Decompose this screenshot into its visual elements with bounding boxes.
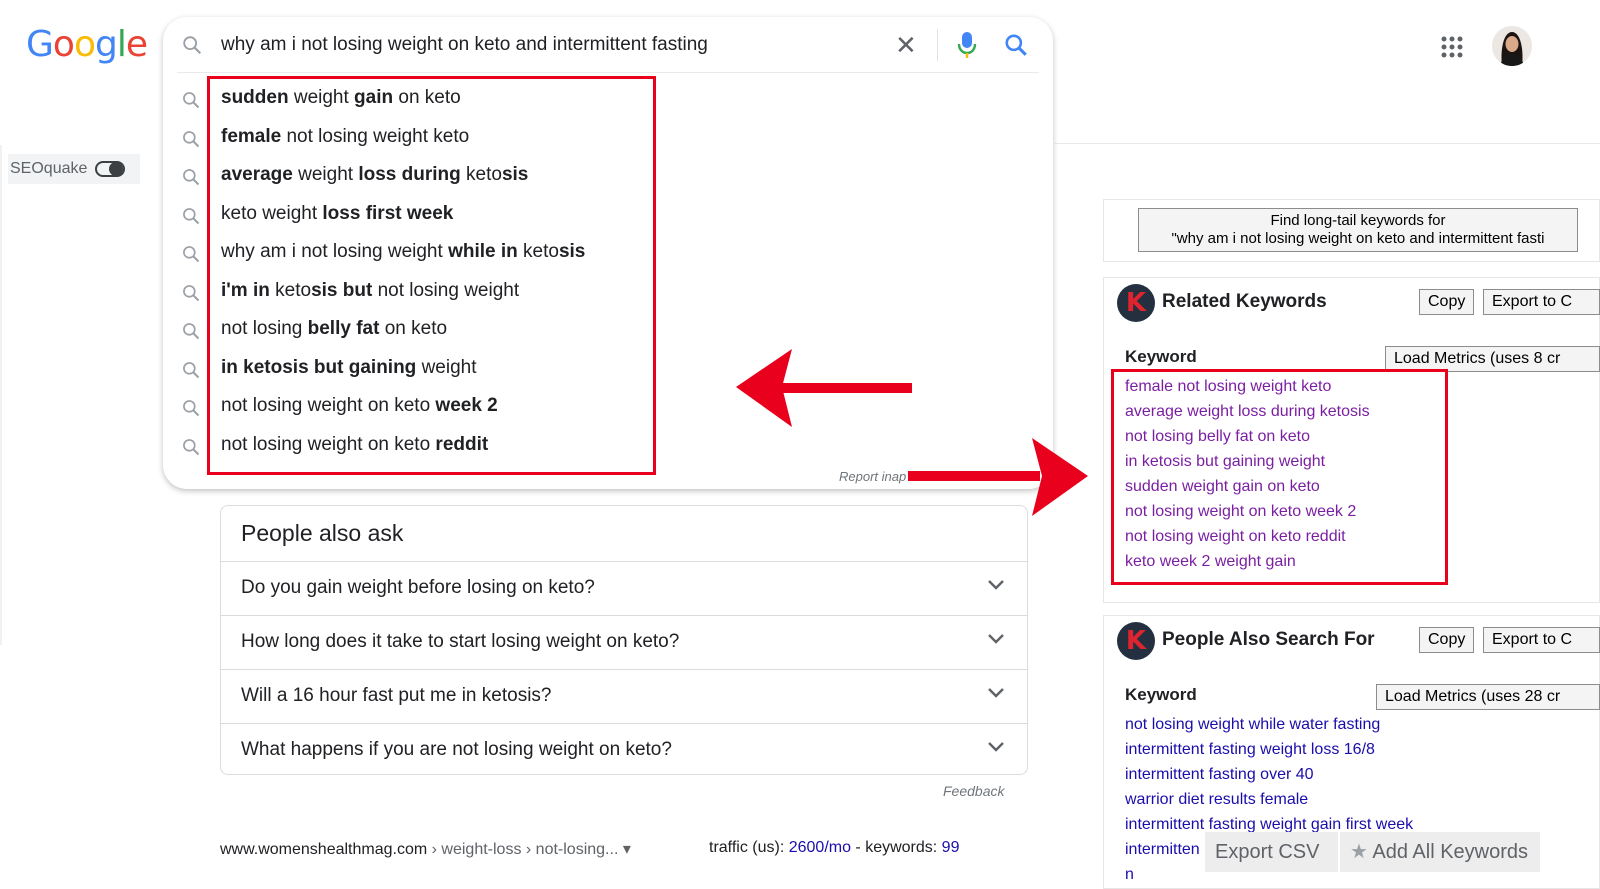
left-divider [0, 145, 2, 645]
header-divider [1055, 143, 1600, 144]
keyword-link[interactable]: intermittent fasting over 40 [1125, 762, 1413, 787]
keywords-everywhere-logo: K [1117, 284, 1155, 322]
search-separator [937, 29, 938, 61]
search-icon [181, 129, 201, 155]
seoquake-toggle[interactable] [95, 161, 126, 177]
related-copy-button[interactable]: Copy [1419, 289, 1475, 315]
result-breadcrumb[interactable]: www.womenshealthmag.com › weight-loss › … [220, 839, 631, 859]
search-icon [181, 283, 201, 309]
account-avatar[interactable] [1492, 26, 1532, 66]
search-icon [181, 244, 201, 270]
star-icon: ★ [1350, 841, 1368, 863]
keywords-everywhere-logo-2: K [1117, 622, 1155, 660]
export-csv-button[interactable]: Export CSV [1205, 832, 1338, 872]
chevron-down-icon[interactable] [987, 740, 1005, 758]
google-logo[interactable]: Google [26, 22, 148, 67]
clear-icon[interactable]: ✕ [895, 32, 917, 58]
seoquake-toggle-bar[interactable]: SEOquake [8, 154, 140, 184]
paa-question-text: What happens if you are not losing weigh… [241, 739, 672, 760]
search-icon [181, 34, 203, 61]
search-icon [181, 398, 201, 424]
annotation-box-suggestions [207, 76, 656, 475]
annotation-box-related [1111, 369, 1448, 585]
result-path[interactable]: › weight-loss › not-losing... ▾ [427, 841, 631, 858]
search-bar[interactable]: why am i not losing weight on keto and i… [163, 17, 1053, 72]
logo-letter: g [94, 24, 118, 65]
logo-letter: l [116, 24, 127, 65]
paa-question[interactable]: Do you gain weight before losing on keto… [221, 561, 1027, 614]
people-also-ask-panel: People also ask Do you gain weight befor… [220, 505, 1028, 775]
related-keywords-title: Related Keywords [1162, 291, 1327, 312]
add-all-keywords-label: Add All Keywords [1372, 841, 1529, 863]
also-search-copy-button[interactable]: Copy [1419, 627, 1475, 653]
find-longtail-line1: Find long-tail keywords for [1270, 212, 1446, 229]
also-search-export-button[interactable]: Export to C [1483, 627, 1600, 653]
find-longtail-line2: "why am i not losing weight on keto and … [1171, 230, 1545, 247]
keyword-link[interactable]: warrior diet results female [1125, 787, 1413, 812]
also-search-keyword-header: Keyword [1125, 685, 1197, 704]
paa-question-text: How long does it take to start losing we… [241, 631, 680, 652]
paa-question-text: Do you gain weight before losing on keto… [241, 577, 595, 598]
report-inappropriate-link[interactable]: Report inap [839, 469, 906, 484]
search-button-icon[interactable] [1003, 32, 1029, 63]
logo-letter: o [73, 24, 96, 65]
paa-question[interactable]: How long does it take to start losing we… [221, 615, 1027, 668]
feedback-link[interactable]: Feedback [943, 783, 1004, 799]
logo-letter: o [52, 24, 75, 65]
paa-question-text: Will a 16 hour fast put me in ketosis? [241, 685, 552, 706]
related-export-button[interactable]: Export to C [1483, 289, 1600, 315]
microphone-icon[interactable] [957, 31, 977, 64]
keyword-link[interactable]: intermittent fasting weight loss 16/8 [1125, 737, 1413, 762]
apps-grid-icon[interactable] [1441, 36, 1463, 63]
seoquake-label: SEOquake [10, 160, 88, 177]
seoquake-traffic-line: traffic (us): 2600/mo - keywords: 99 [709, 839, 959, 857]
search-input[interactable]: why am i not losing weight on keto and i… [221, 34, 708, 56]
search-icon [181, 360, 201, 386]
search-icon [181, 167, 201, 193]
search-icon [181, 321, 201, 347]
also-search-load-metrics-button[interactable]: Load Metrics (uses 28 cr [1376, 684, 1600, 710]
search-icon [181, 206, 201, 232]
search-divider [177, 72, 1039, 73]
related-keyword-header: Keyword [1125, 347, 1197, 366]
keyword-link[interactable]: not losing weight while water fasting [1125, 712, 1413, 737]
chevron-down-icon[interactable] [987, 632, 1005, 650]
keywords-label: - keywords: [850, 839, 942, 856]
search-icon [181, 437, 201, 463]
traffic-value[interactable]: 2600/mo [789, 839, 851, 856]
annotation-arrow-left [736, 349, 912, 427]
result-domain[interactable]: www.womenshealthmag.com [220, 841, 427, 858]
keywords-value[interactable]: 99 [942, 839, 960, 856]
chevron-down-icon[interactable] [987, 578, 1005, 596]
logo-letter: e [125, 24, 148, 65]
find-longtail-button[interactable]: Find long-tail keywords for "why am i no… [1138, 208, 1578, 252]
people-also-ask-title: People also ask [241, 520, 404, 546]
add-all-keywords-button[interactable]: ★ Add All Keywords [1340, 832, 1540, 872]
people-also-search-title: People Also Search For [1162, 629, 1375, 650]
chevron-down-icon[interactable] [987, 686, 1005, 704]
logo-letter: G [26, 24, 54, 65]
search-icon [181, 90, 201, 116]
paa-question[interactable]: Will a 16 hour fast put me in ketosis? [221, 669, 1027, 722]
paa-question[interactable]: What happens if you are not losing weigh… [221, 723, 1027, 776]
traffic-label: traffic (us): [709, 839, 789, 856]
toggle-knob [109, 162, 124, 176]
